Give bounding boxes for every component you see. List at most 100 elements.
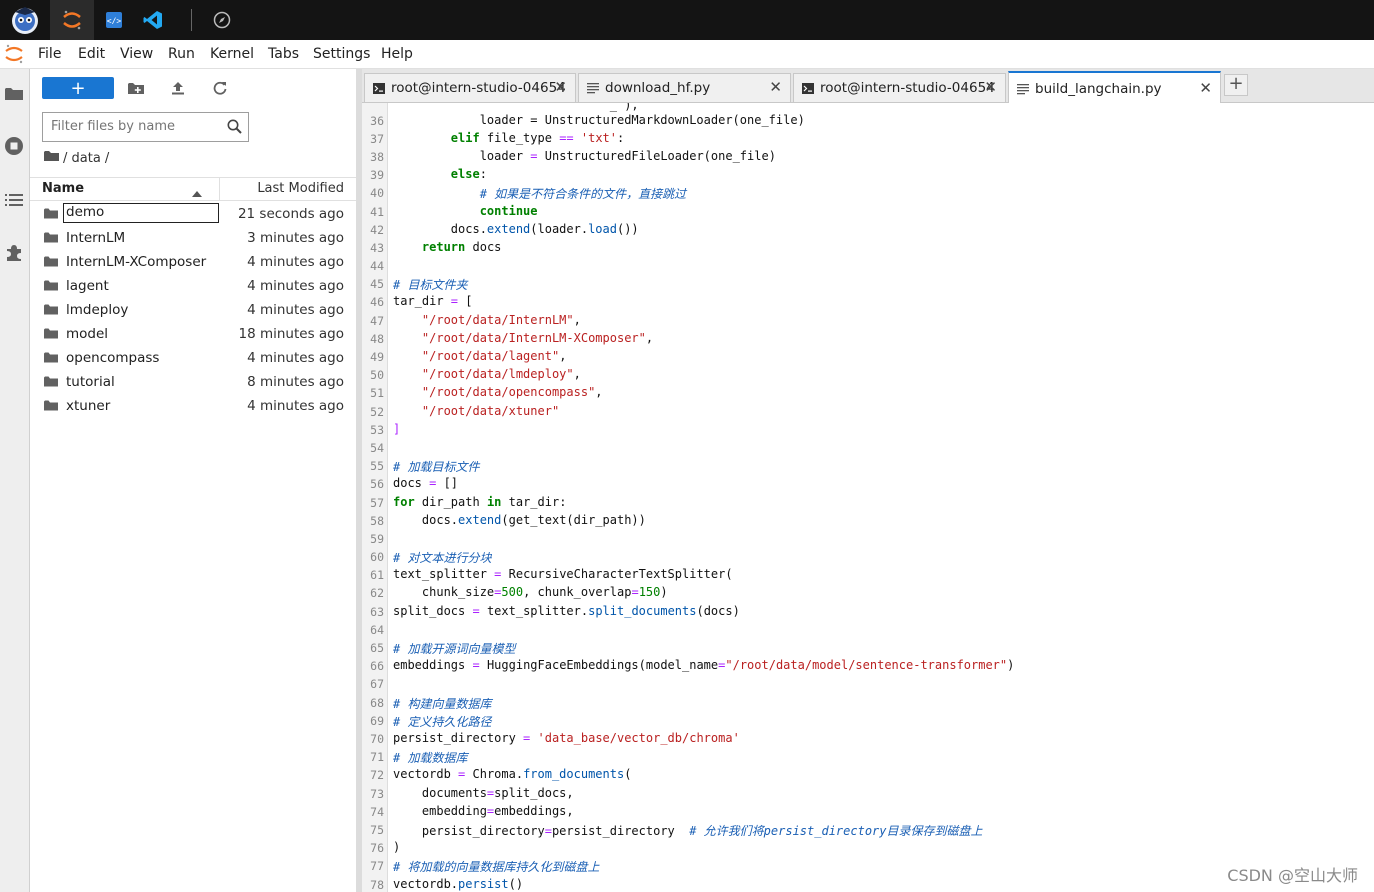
column-divider[interactable]: [219, 178, 220, 200]
menu-tabs[interactable]: Tabs: [268, 46, 299, 62]
code-line: vectordb.persist(): [393, 877, 524, 891]
menu-kernel[interactable]: Kernel: [210, 46, 254, 62]
code-line: return docs: [421, 240, 502, 254]
file-row[interactable]: lmdeploy 4 minutes ago: [30, 298, 356, 322]
tab-download-hf[interactable]: download_hf.py ✕: [578, 73, 791, 102]
folder-icon: [44, 304, 58, 319]
line-number: 65: [370, 641, 384, 655]
code-line: split_docs = text_splitter.split_documen…: [393, 604, 740, 618]
line-number: 40: [370, 186, 384, 200]
folder-icon[interactable]: [4, 84, 24, 104]
intern-studio-logo-icon[interactable]: [3, 0, 47, 40]
tab-label: download_hf.py: [605, 80, 711, 96]
menu-help[interactable]: Help: [381, 46, 413, 62]
menu-run[interactable]: Run: [168, 46, 195, 62]
tab-terminal-2[interactable]: root@intern-studio-04654 ✕: [793, 73, 1006, 102]
column-header-last-modified[interactable]: Last Modified: [257, 181, 344, 196]
tab-build-langchain[interactable]: build_langchain.py ✕: [1008, 71, 1221, 103]
file-name: InternLM: [66, 230, 126, 246]
line-number: 58: [370, 514, 384, 528]
extension-manager-icon[interactable]: [4, 243, 24, 263]
new-folder-icon[interactable]: [126, 77, 146, 99]
file-row[interactable]: tutorial 8 minutes ago: [30, 370, 356, 394]
folder-icon: [44, 256, 58, 271]
home-folder-icon[interactable]: [44, 150, 59, 166]
close-icon[interactable]: ✕: [1199, 79, 1212, 97]
folder-icon: [44, 400, 58, 415]
close-icon[interactable]: ✕: [554, 78, 567, 96]
line-number: 59: [370, 532, 384, 546]
folder-icon: [44, 376, 58, 391]
filter-files-input[interactable]: [43, 113, 231, 139]
line-number: 62: [370, 586, 384, 600]
line-number: 71: [370, 750, 384, 764]
jupyter-icon[interactable]: [50, 0, 94, 40]
code-line: # 定义持久化路径: [393, 715, 492, 729]
file-name: lagent: [66, 278, 109, 294]
folder-icon: [44, 208, 58, 223]
upload-icon[interactable]: [168, 77, 188, 99]
line-number: 39: [370, 168, 384, 182]
line-number: 74: [370, 805, 384, 819]
running-sessions-icon[interactable]: [4, 136, 24, 156]
line-number: 37: [370, 132, 384, 146]
file-row[interactable]: xtuner 4 minutes ago: [30, 394, 356, 418]
vscode-icon[interactable]: [131, 0, 175, 40]
line-number: 63: [370, 605, 384, 619]
close-icon[interactable]: ✕: [984, 78, 997, 96]
code-line: loader = UnstructuredFileLoader(one_file…: [393, 149, 776, 163]
file-modified: 4 minutes ago: [247, 398, 344, 414]
code-line: # 构建向量数据库: [393, 697, 492, 711]
code-line: embedding=embeddings,: [393, 804, 574, 818]
line-number: 42: [370, 223, 384, 237]
terminal-icon: [802, 83, 814, 98]
file-modified: 3 minutes ago: [247, 230, 344, 246]
tab-terminal-1[interactable]: root@intern-studio-04654 ✕: [364, 73, 576, 102]
file-name-rename-input[interactable]: demo: [63, 203, 219, 223]
close-icon[interactable]: ✕: [769, 78, 782, 96]
file-name: xtuner: [66, 398, 111, 414]
line-number: 66: [370, 659, 384, 673]
file-row[interactable]: model 18 minutes ago: [30, 322, 356, 346]
code-editor[interactable]: _ ), 36 loader = UnstructuredMarkdownLoa…: [362, 103, 1374, 892]
code-line: # 加载开源词向量模型: [393, 642, 516, 656]
code-line: "/root/data/xtuner": [421, 404, 560, 418]
line-number: 57: [370, 496, 384, 510]
compass-icon[interactable]: [200, 0, 244, 40]
code-line: # 如果是不符合条件的文件，直接跳过: [479, 187, 687, 201]
line-number: 76: [370, 841, 384, 855]
file-row[interactable]: opencompass 4 minutes ago: [30, 346, 356, 370]
code-line: documents=split_docs,: [393, 786, 574, 800]
line-number: 68: [370, 696, 384, 710]
file-row[interactable]: InternLM 3 minutes ago: [30, 226, 356, 250]
line-number: 45: [370, 277, 384, 291]
table-of-contents-icon[interactable]: [4, 190, 24, 210]
refresh-icon[interactable]: [210, 77, 230, 99]
code-line: ): [393, 840, 401, 854]
file-row[interactable]: InternLM-XComposer 4 minutes ago: [30, 250, 356, 274]
menu-edit[interactable]: Edit: [78, 46, 105, 62]
file-row[interactable]: demo 21 seconds ago: [30, 202, 356, 226]
file-name: tutorial: [66, 374, 115, 390]
code-line: "/root/data/InternLM-XComposer",: [421, 331, 654, 345]
code-line: # 将加载的向量数据库持久化到磁盘上: [393, 860, 600, 874]
line-number: 64: [370, 623, 384, 637]
file-row[interactable]: lagent 4 minutes ago: [30, 274, 356, 298]
column-header-name[interactable]: Name: [42, 181, 84, 196]
code-line: persist_directory = 'data_base/vector_db…: [393, 731, 740, 745]
breadcrumb-path[interactable]: / data /: [63, 151, 109, 166]
code-line: tar_dir = [: [393, 294, 473, 308]
code-line: "/root/data/lmdeploy",: [421, 367, 581, 381]
line-number: 52: [370, 405, 384, 419]
add-tab-button[interactable]: +: [1224, 74, 1248, 96]
text-file-icon: [587, 83, 599, 98]
file-modified: 8 minutes ago: [247, 374, 344, 390]
line-number: 72: [370, 768, 384, 782]
new-launcher-button[interactable]: +: [42, 77, 114, 99]
menu-settings[interactable]: Settings: [313, 46, 370, 62]
menu-file[interactable]: File: [38, 46, 61, 62]
menu-view[interactable]: View: [120, 46, 153, 62]
search-icon: [227, 119, 242, 138]
code-editor-icon[interactable]: </>: [92, 0, 136, 40]
file-modified: 4 minutes ago: [247, 254, 344, 270]
